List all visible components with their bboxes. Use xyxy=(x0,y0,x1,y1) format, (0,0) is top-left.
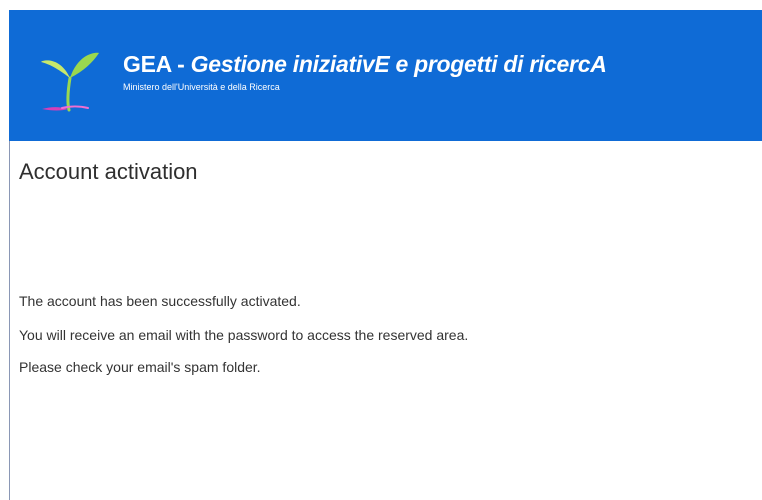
password-email-message: You will receive an email with the passw… xyxy=(19,327,469,343)
site-title: GEA - Gestione iniziativE e progetti di … xyxy=(123,51,607,77)
site-subtitle: Ministero dell'Università e della Ricerc… xyxy=(123,82,280,92)
spam-folder-message: Please check your email's spam folder. xyxy=(19,359,261,375)
page-title: Account activation xyxy=(19,159,198,184)
site-title-block: GEA - Gestione iniziativE e progetti di … xyxy=(123,51,607,93)
site-title-prefix: GEA - xyxy=(123,51,191,77)
activation-message: The account has been successfully activa… xyxy=(19,293,301,309)
page: GEA - Gestione iniziativE e progetti di … xyxy=(0,0,762,500)
site-title-emphasis: Gestione iniziativE e progetti di ricerc… xyxy=(190,51,607,77)
main-content: Account activation The account has been … xyxy=(9,141,762,500)
sprout-icon xyxy=(40,48,100,112)
site-header: GEA - Gestione iniziativE e progetti di … xyxy=(9,10,762,141)
